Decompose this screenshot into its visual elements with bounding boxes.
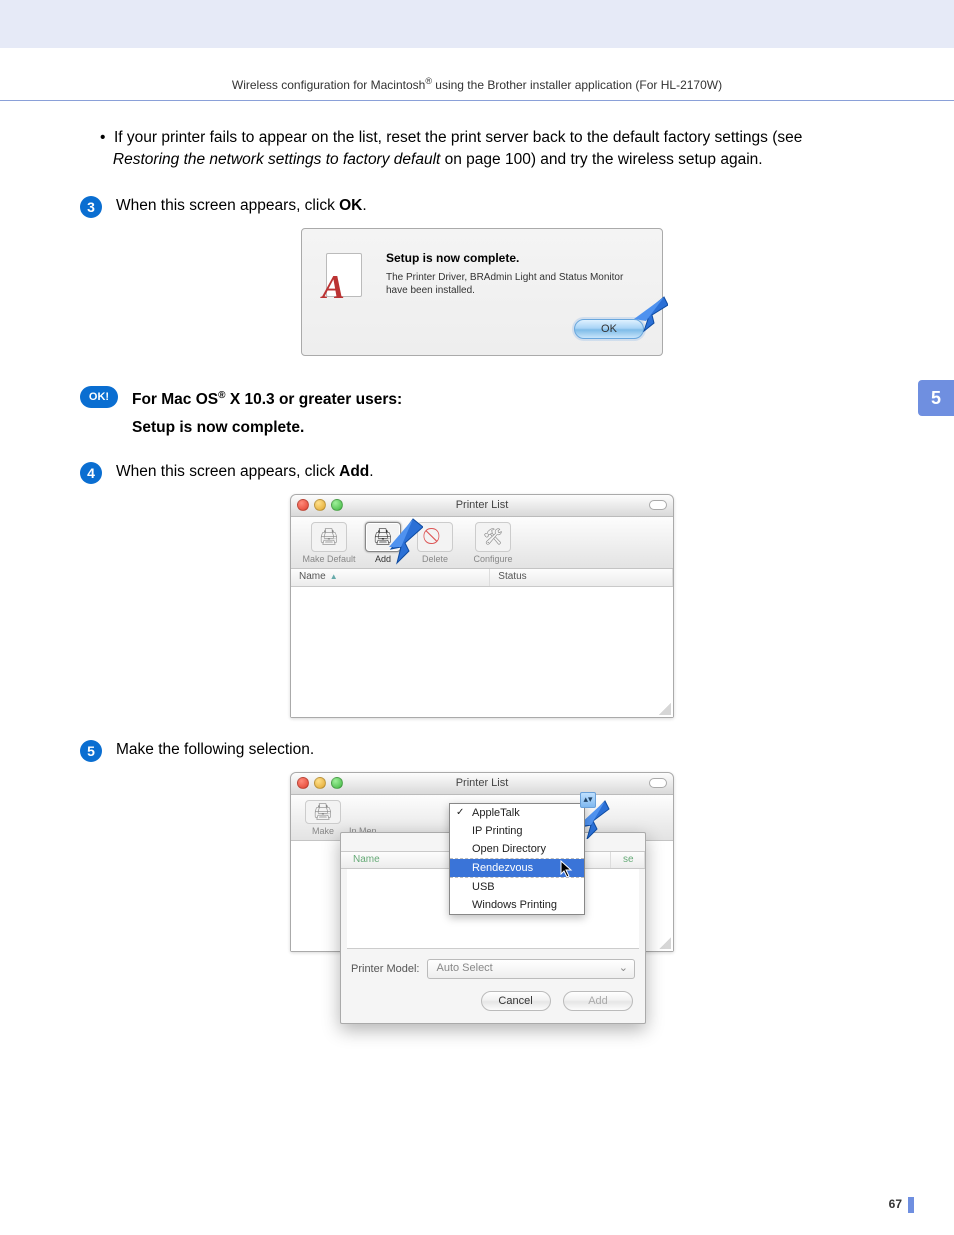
printer-list-window: Printer List 🖨 Make Default 🖨 Add ⃠ Dele… xyxy=(290,494,674,718)
make-default-button: 🖨 Make Default xyxy=(297,522,361,566)
printer-icon: 🖨 xyxy=(311,522,347,552)
dialog-title: Setup is now complete. xyxy=(386,251,644,265)
option-usb[interactable]: USB xyxy=(450,877,584,896)
pointer-arrow-icon-2 xyxy=(383,517,423,565)
dialog-body: The Printer Driver, BRAdmin Light and St… xyxy=(386,271,644,297)
window-titlebar-2[interactable]: Printer List xyxy=(291,773,673,795)
page-number: 67 xyxy=(889,1197,902,1211)
printer-model-select[interactable]: Auto Select xyxy=(427,959,635,979)
printer-icon: 🖨 xyxy=(305,800,341,824)
cursor-icon xyxy=(560,860,574,878)
bullet-italic: Restoring the network settings to factor… xyxy=(113,151,440,168)
make-label-trunc: Make xyxy=(312,826,334,836)
step-3: 3 When this screen appears, click OK. xyxy=(80,196,884,218)
printer-model-label: Printer Model: xyxy=(351,963,419,975)
header-rule xyxy=(0,100,954,101)
note-bullet: •If your printer fails to appear on the … xyxy=(100,127,884,172)
step-4-bold: Add xyxy=(339,463,369,480)
window-title-2: Printer List xyxy=(291,777,673,789)
column-headers[interactable]: Name ▲ Status xyxy=(291,569,673,587)
step-4: 4 When this screen appears, click Add. xyxy=(80,462,884,484)
registered-mark-2: ® xyxy=(218,390,225,401)
step-3-after: . xyxy=(362,197,366,214)
chapter-tab: 5 xyxy=(918,380,954,416)
resize-grip-icon[interactable] xyxy=(659,703,671,715)
printer-list-area[interactable] xyxy=(291,587,673,717)
option-rendezvous[interactable]: Rendezvous xyxy=(450,859,584,877)
connection-type-dropdown[interactable]: ▴▾ AppleTalk IP Printing Open Directory … xyxy=(449,803,585,915)
option-windows-printing[interactable]: Windows Printing xyxy=(450,896,584,914)
col-name-label: Name xyxy=(299,571,326,582)
step-4-before: When this screen appears, click xyxy=(116,463,339,480)
setup-complete-dialog: A Setup is now complete. The Printer Dri… xyxy=(301,228,663,356)
configure-label: Configure xyxy=(473,554,512,564)
window-title: Printer List xyxy=(291,499,673,511)
printer-model-value: Auto Select xyxy=(436,962,492,974)
step-4-badge: 4 xyxy=(80,462,102,484)
configure-icon: 🛠 xyxy=(475,522,511,552)
ok-line1-before: For Mac OS xyxy=(132,391,218,408)
bullet-part2: on page 100) and try the wireless setup … xyxy=(440,151,762,168)
add-printer-sheet: ▴▾ AppleTalk IP Printing Open Directory … xyxy=(340,832,646,1024)
header-after: using the Brother installer application … xyxy=(432,78,722,92)
col-name[interactable]: Name ▲ xyxy=(291,569,490,586)
step-5: 5 Make the following selection. xyxy=(80,740,884,762)
step-4-after: . xyxy=(369,463,373,480)
sort-indicator-icon: ▲ xyxy=(330,572,338,581)
registered-mark: ® xyxy=(425,76,432,86)
make-default-label: Make Default xyxy=(302,554,355,564)
step-3-bold: OK xyxy=(339,197,362,214)
cancel-button[interactable]: Cancel xyxy=(481,991,551,1011)
col-status[interactable]: Status xyxy=(490,569,673,586)
step-3-before: When this screen appears, click xyxy=(116,197,339,214)
running-header: Wireless configuration for Macintosh® us… xyxy=(0,76,954,92)
step-5-badge: 5 xyxy=(80,740,102,762)
option-open-directory[interactable]: Open Directory xyxy=(450,840,584,859)
option-appletalk[interactable]: AppleTalk xyxy=(450,804,584,822)
add-button-sheet[interactable]: Add xyxy=(563,991,633,1011)
option-ip-printing[interactable]: IP Printing xyxy=(450,822,584,840)
window-titlebar[interactable]: Printer List xyxy=(291,495,673,517)
ok-callout: OK! For Mac OS® X 10.3 or greater users:… xyxy=(80,386,884,442)
sheet-col-right[interactable]: se xyxy=(611,852,645,868)
option-rendezvous-label: Rendezvous xyxy=(472,862,533,874)
configure-button: 🛠 Configure xyxy=(461,522,525,566)
top-band xyxy=(0,0,954,48)
ok-pill-icon: OK! xyxy=(80,386,118,408)
ok-line1-after: X 10.3 or greater users: xyxy=(226,391,403,408)
pointer-arrow-icon xyxy=(624,295,668,333)
printer-list-toolbar: 🖨 Make Default 🖨 Add ⃠ Delete 🛠 Configur… xyxy=(291,517,673,569)
header-before: Wireless configuration for Macintosh xyxy=(232,78,425,92)
resize-grip-icon[interactable] xyxy=(659,937,671,949)
delete-label: Delete xyxy=(422,554,448,564)
bullet-part1: If your printer fails to appear on the l… xyxy=(114,129,802,146)
page-number-accent xyxy=(908,1197,914,1213)
step-5-text: Make the following selection. xyxy=(116,740,314,759)
installer-app-icon: A xyxy=(320,251,370,301)
ok-line2: Setup is now complete. xyxy=(132,419,304,436)
step-3-badge: 3 xyxy=(80,196,102,218)
